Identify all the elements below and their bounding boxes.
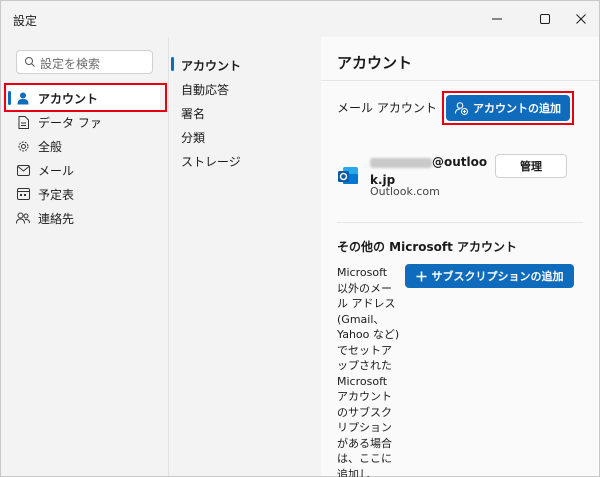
sidebar-item-label: 全般 [38,139,63,154]
redacted-username [370,157,432,168]
search-input[interactable]: 設定を検索 [16,50,153,74]
maximize-icon [540,14,550,24]
account-provider: Outlook.com [370,185,440,198]
sidebar-item-calendar[interactable]: 予定表 [8,181,160,207]
calendar-icon [16,187,30,201]
other-accounts-description: Microsoft 以外のメール アドレス (Gmail、Yahoo など) で… [337,266,400,477]
add-subscription-button[interactable]: サブスクリプションの追加 [405,264,574,288]
left-navigation: 設定を検索 アカウント データ ファ 全般 メール 予定表 連絡先 [1,37,167,476]
sidebar-item-general[interactable]: 全般 [8,133,160,159]
sidebar-item-label: メール [38,163,75,178]
mail-icon [16,163,30,177]
header-divider [321,80,599,81]
search-icon [25,57,35,67]
account-email-domain: @outloo [432,155,488,169]
mail-accounts-heading: メール アカウント [337,101,437,115]
active-indicator [171,57,174,71]
other-accounts-heading: その他の Microsoft アカウント [337,240,518,254]
account-email: @outloo k.jp [370,153,490,189]
search-placeholder: 設定を検索 [40,57,101,71]
subnav-item-auto-reply[interactable]: 自動応答 [181,81,229,98]
subnav-item-categories[interactable]: 分類 [181,129,205,146]
sidebar-item-contacts[interactable]: 連絡先 [8,205,160,231]
settings-window: 設定 設定を検索 アカウント データ ファ 全般 メール 予定表 連絡先 アカウ… [0,0,600,477]
sidebar-item-label: データ ファ [38,115,102,130]
plus-icon [416,271,426,281]
minimize-button[interactable] [483,5,511,33]
outlook-icon [337,165,359,187]
minimize-icon [492,18,502,20]
page-title: アカウント [337,54,413,72]
close-button[interactable] [567,5,595,33]
subnav-item-signature[interactable]: 署名 [181,105,205,122]
subnav-item-storage[interactable]: ストレージ [181,153,241,170]
highlight-box-account [4,83,167,112]
close-icon [576,14,586,24]
sidebar-item-label: 予定表 [38,187,75,202]
section-divider [337,222,583,223]
gear-icon [16,139,30,153]
account-content-pane: アカウント メール アカウント アカウントの追加 @outloo k.jp Ou… [321,37,599,477]
manage-button[interactable]: 管理 [495,154,567,178]
document-icon [16,115,30,129]
title-bar: 設定 [1,1,599,37]
sidebar-item-data-files[interactable]: データ ファ [8,109,160,135]
account-subnavigation: アカウント 自動応答 署名 分類 ストレージ [168,37,320,476]
people-icon [16,211,30,225]
add-subscription-label: サブスクリプションの追加 [431,270,564,283]
window-title: 設定 [13,14,38,28]
sidebar-item-label: 連絡先 [38,211,75,226]
subnav-item-account[interactable]: アカウント [181,57,241,74]
maximize-button[interactable] [531,5,559,33]
sidebar-item-mail[interactable]: メール [8,157,160,183]
highlight-box-add-account [442,91,574,125]
